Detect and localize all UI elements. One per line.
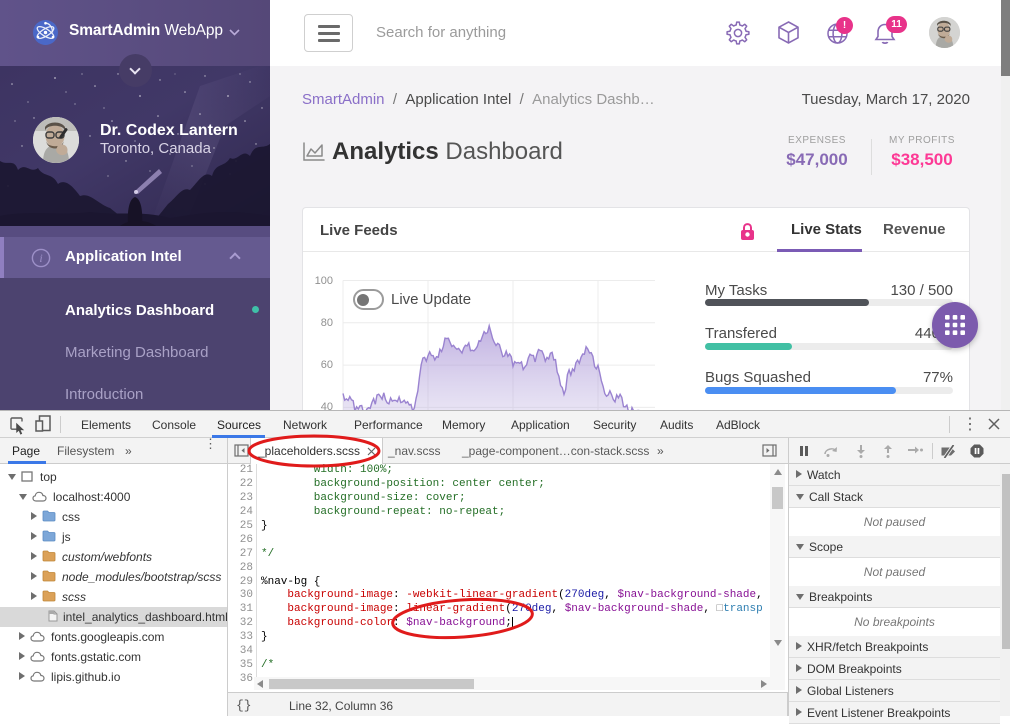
- svg-text:i: i: [39, 251, 42, 265]
